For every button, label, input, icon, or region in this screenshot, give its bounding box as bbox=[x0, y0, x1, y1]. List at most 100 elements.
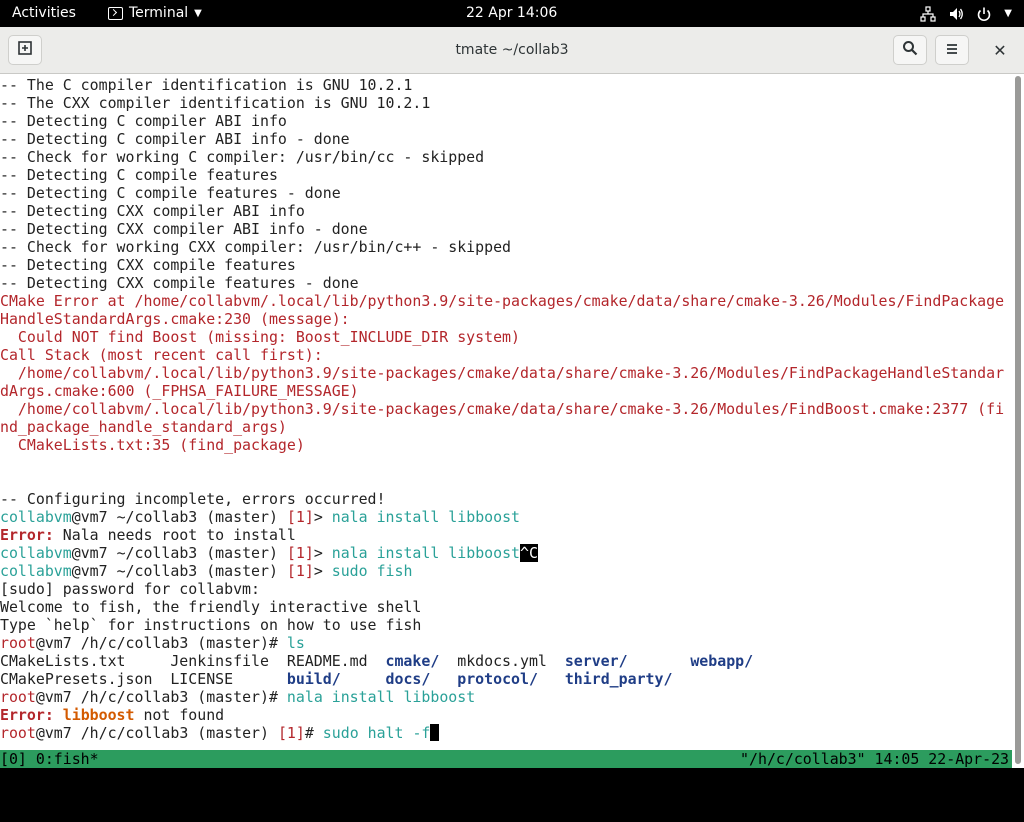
terminal-text: @vm7 bbox=[71, 562, 117, 580]
terminal-text: @vm7 bbox=[71, 508, 117, 526]
terminal-text: -- Check for working C compiler: /usr/bi… bbox=[0, 148, 485, 166]
terminal-line: collabvm@vm7 ~/collab3 (master) [1]> nal… bbox=[0, 508, 1012, 526]
terminal-line: collabvm@vm7 ~/collab3 (master) [1]> sud… bbox=[0, 562, 1012, 580]
terminal-text: sudo halt -f bbox=[322, 724, 431, 742]
terminal-line: root@vm7 /h/c/collab3 (master) [1]# sudo… bbox=[0, 724, 1012, 742]
terminal-line: dArgs.cmake:600 (_FPHSA_FAILURE_MESSAGE) bbox=[0, 382, 1012, 400]
power-icon bbox=[976, 6, 992, 22]
terminal-text: Call Stack (most recent call first): bbox=[0, 346, 323, 364]
terminal-text: root bbox=[0, 724, 36, 742]
status-left: [0] 0:fish* bbox=[0, 750, 99, 768]
system-tray[interactable]: ▼ bbox=[920, 0, 1012, 27]
terminal-line: CMakeLists.txt:35 (find_package) bbox=[0, 436, 1012, 454]
terminal-text: cmake/ bbox=[385, 652, 440, 670]
tmate-status-bar: [0] 0:fish* "/h/c/collab3" 14:05 22-Apr-… bbox=[0, 750, 1012, 768]
terminal-text: nd_package_handle_standard_args) bbox=[0, 418, 287, 436]
terminal-text: ~/collab3 bbox=[116, 508, 198, 526]
terminal-text: [1] bbox=[286, 562, 314, 580]
terminal-text: -- Detecting C compile features - done bbox=[0, 184, 341, 202]
new-tab-button[interactable] bbox=[8, 35, 42, 65]
menu-caret-icon: ▼ bbox=[1004, 8, 1012, 19]
terminal-line: /home/collabvm/.local/lib/python3.9/site… bbox=[0, 400, 1012, 418]
terminal-text: CMakeLists.txt:35 (find_package) bbox=[0, 436, 305, 454]
terminal-line: collabvm@vm7 ~/collab3 (master) [1]> nal… bbox=[0, 544, 1012, 562]
terminal-text: libboost bbox=[62, 706, 135, 724]
terminal-line: -- Detecting CXX compiler ABI info - don… bbox=[0, 220, 1012, 238]
terminal-lines: -- The C compiler identification is GNU … bbox=[0, 76, 1012, 742]
terminal-text: /h/c/collab3 bbox=[80, 724, 189, 742]
terminal-text: collabvm bbox=[0, 544, 72, 562]
terminal-line: -- Check for working C compiler: /usr/bi… bbox=[0, 148, 1012, 166]
network-icon bbox=[920, 5, 936, 22]
terminal-text: not found bbox=[134, 706, 225, 724]
terminal-text: -- Check for working CXX compiler: /usr/… bbox=[0, 238, 512, 256]
terminal-text: /home/collabvm/.local/lib/python3.9/site… bbox=[0, 364, 1005, 382]
terminal-line: -- Detecting C compile features - done bbox=[0, 184, 1012, 202]
terminal-line: [sudo] password for collabvm: bbox=[0, 580, 1012, 598]
terminal-text: (master)# bbox=[188, 688, 287, 706]
terminal-text: # bbox=[304, 724, 323, 742]
clock[interactable]: 22 Apr 14:06 bbox=[466, 0, 557, 27]
terminal-line: Welcome to fish, the friendly interactiv… bbox=[0, 598, 1012, 616]
terminal-line: Error: libboost not found bbox=[0, 706, 1012, 724]
terminal-line: /home/collabvm/.local/lib/python3.9/site… bbox=[0, 364, 1012, 382]
terminal-text: @vm7 bbox=[35, 634, 81, 652]
new-tab-icon bbox=[17, 40, 33, 60]
terminal-text: [1] bbox=[286, 544, 314, 562]
terminal-line: -- The CXX compiler identification is GN… bbox=[0, 94, 1012, 112]
terminal-text: Welcome to fish, the friendly interactiv… bbox=[0, 598, 422, 616]
terminal-text: collabvm bbox=[0, 562, 72, 580]
terminal-text: HandleStandardArgs.cmake:230 (message): bbox=[0, 310, 350, 328]
top-bar: Activities Terminal ▼ 22 Apr 14:06 ▼ bbox=[0, 0, 1024, 27]
terminal-text: collabvm bbox=[0, 508, 72, 526]
search-button[interactable] bbox=[893, 35, 927, 65]
terminal-text: -- Detecting CXX compiler ABI info - don… bbox=[0, 220, 368, 238]
terminal-text: Type `help` for instructions on how to u… bbox=[0, 616, 422, 634]
terminal-line: Could NOT find Boost (missing: Boost_INC… bbox=[0, 328, 1012, 346]
terminal-line: -- Detecting CXX compile features bbox=[0, 256, 1012, 274]
terminal-text: webapp/ bbox=[690, 652, 754, 670]
terminal-text: -- Detecting CXX compile features bbox=[0, 256, 296, 274]
terminal-text: ~/collab3 bbox=[116, 562, 198, 580]
text-cursor bbox=[430, 724, 440, 741]
terminal-text: /h/c/collab3 bbox=[80, 688, 189, 706]
terminal-text: > bbox=[313, 544, 332, 562]
scrollbar-thumb[interactable] bbox=[1015, 76, 1021, 764]
terminal-text: dArgs.cmake:600 (_FPHSA_FAILURE_MESSAGE) bbox=[0, 382, 359, 400]
terminal-text: Error: bbox=[0, 706, 54, 724]
terminal-text: @vm7 bbox=[35, 688, 81, 706]
terminal-text: root bbox=[0, 688, 36, 706]
terminal-text: sudo fish bbox=[331, 562, 413, 580]
scrollbar[interactable] bbox=[1012, 74, 1024, 768]
terminal-line: HandleStandardArgs.cmake:230 (message): bbox=[0, 310, 1012, 328]
terminal-text: -- Configuring incomplete, errors occurr… bbox=[0, 490, 386, 508]
terminal-text: /h/c/collab3 bbox=[80, 634, 189, 652]
terminal-line: CMakeLists.txt Jenkinsfile README.md cma… bbox=[0, 652, 1012, 670]
terminal-output[interactable]: -- The C compiler identification is GNU … bbox=[0, 74, 1012, 768]
activities-button[interactable]: Activities bbox=[12, 0, 76, 27]
terminal-text: ~/collab3 bbox=[116, 544, 198, 562]
terminal-text: ls bbox=[286, 634, 305, 652]
terminal-line: -- Check for working CXX compiler: /usr/… bbox=[0, 238, 1012, 256]
terminal-text: CMake Error at /home/collabvm/.local/lib… bbox=[0, 292, 1005, 310]
terminal-text: [1] bbox=[286, 508, 314, 526]
chevron-down-icon: ▼ bbox=[194, 8, 202, 19]
terminal-text: > bbox=[313, 562, 332, 580]
terminal-text: (master) bbox=[188, 724, 278, 742]
terminal-line: nd_package_handle_standard_args) bbox=[0, 418, 1012, 436]
terminal-text: @vm7 bbox=[71, 544, 117, 562]
terminal-text: (master)# bbox=[188, 634, 287, 652]
app-menu-label: Terminal bbox=[129, 5, 189, 21]
terminal-line: -- Detecting C compile features bbox=[0, 166, 1012, 184]
status-right: "/h/c/collab3" 14:05 22-Apr-23 bbox=[740, 750, 1009, 768]
terminal-line: -- Detecting C compiler ABI info bbox=[0, 112, 1012, 130]
terminal-text: root bbox=[0, 634, 36, 652]
app-menu[interactable]: Terminal ▼ bbox=[108, 0, 202, 27]
close-button[interactable]: ✕ bbox=[984, 35, 1016, 65]
menu-button[interactable] bbox=[935, 35, 969, 65]
terminal-text: CMakeLists.txt Jenkinsfile README.md bbox=[0, 652, 386, 670]
